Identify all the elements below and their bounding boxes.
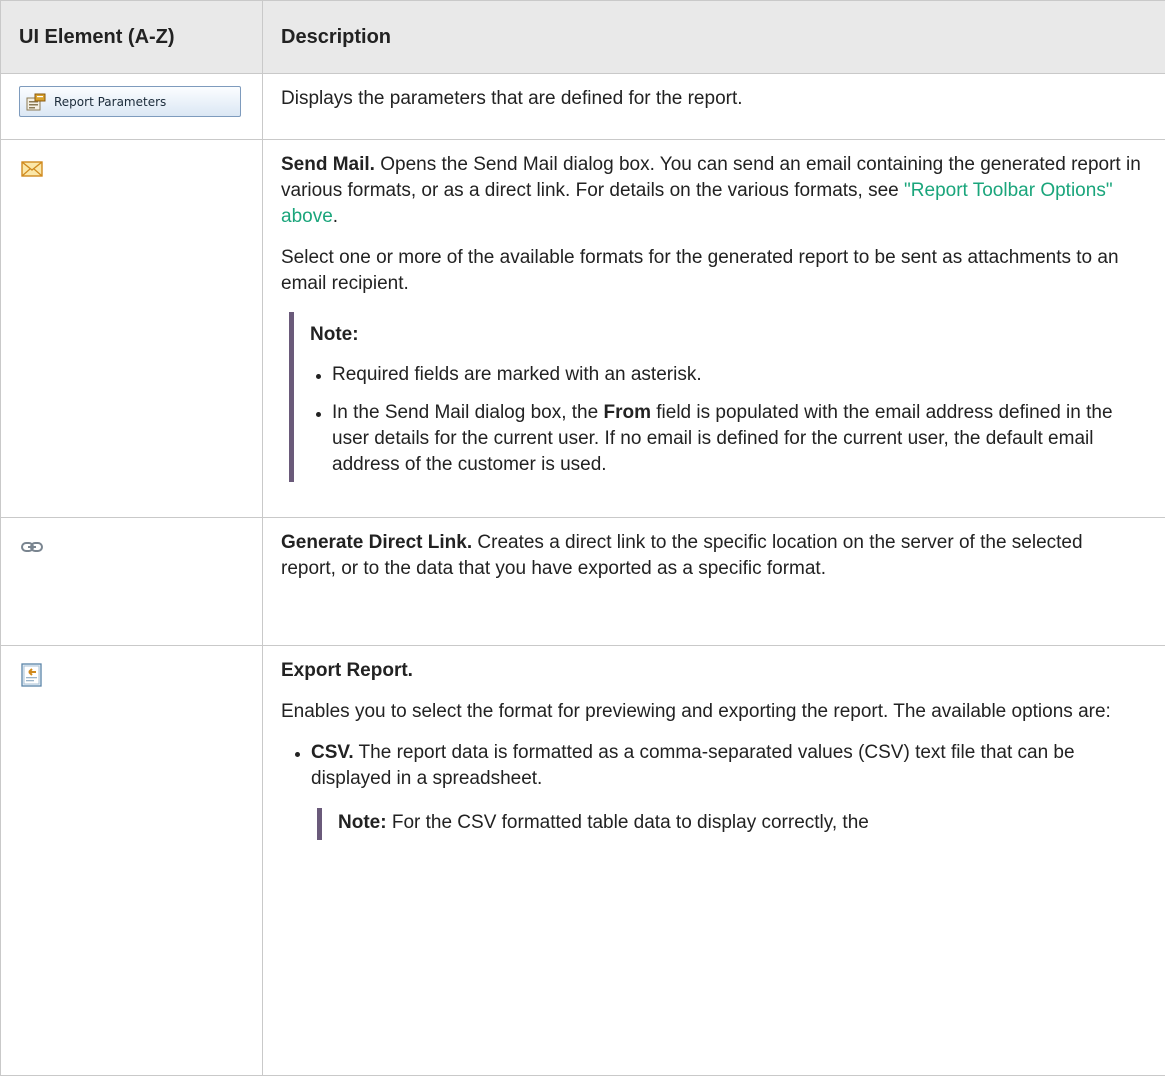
ui-element-cell — [1, 646, 263, 1076]
list-item: Required fields are marked with an aster… — [310, 362, 1141, 388]
csv-note-title: Note: — [338, 812, 387, 833]
export-report-icon[interactable] — [19, 662, 45, 688]
description-cell: Export Report. Enables you to select the… — [263, 646, 1165, 1076]
table-row: Generate Direct Link. Creates a direct l… — [1, 518, 1165, 646]
csv-title: CSV. — [311, 742, 354, 763]
send-mail-title: Send Mail. — [281, 154, 375, 175]
csv-note: Note: For the CSV formatted table data t… — [317, 808, 1141, 840]
ui-element-cell — [1, 140, 263, 518]
send-mail-formats-text: Select one or more of the available form… — [281, 245, 1141, 297]
direct-link-paragraph: Generate Direct Link. Creates a direct l… — [281, 530, 1141, 582]
description-cell: Send Mail. Opens the Send Mail dialog bo… — [263, 140, 1165, 518]
ui-element-cell: Report Parameters — [1, 74, 263, 140]
send-mail-paragraph: Send Mail. Opens the Send Mail dialog bo… — [281, 152, 1141, 230]
ui-element-cell — [1, 518, 263, 646]
report-parameters-button[interactable]: Report Parameters — [19, 86, 241, 117]
table-row: Report Parameters Displays the parameter… — [1, 74, 1165, 140]
note-title: Note: — [310, 322, 1141, 348]
description-cell: Displays the parameters that are defined… — [263, 74, 1165, 140]
report-parameters-icon — [26, 93, 46, 111]
description-cell: Generate Direct Link. Creates a direct l… — [263, 518, 1165, 646]
ui-elements-table: UI Element (A-Z) Description Report Para… — [0, 0, 1165, 1076]
send-mail-note: Note: Required fields are marked with an… — [289, 312, 1141, 482]
table-header-row: UI Element (A-Z) Description — [1, 1, 1165, 74]
table-row: Export Report. Enables you to select the… — [1, 646, 1165, 1076]
export-report-text: Enables you to select the format for pre… — [281, 699, 1141, 725]
report-parameters-label: Report Parameters — [54, 95, 166, 109]
send-mail-period: . — [333, 206, 338, 227]
header-description: Description — [263, 1, 1165, 74]
header-ui-element: UI Element (A-Z) — [1, 1, 263, 74]
direct-link-title: Generate Direct Link. — [281, 532, 472, 553]
chain-link-icon[interactable] — [19, 534, 45, 560]
list-item: In the Send Mail dialog box, the From fi… — [310, 400, 1141, 478]
list-item: CSV. The report data is formatted as a c… — [289, 740, 1141, 840]
export-format-list: CSV. The report data is formatted as a c… — [289, 740, 1141, 840]
export-report-title: Export Report. — [281, 658, 1141, 684]
note-list: Required fields are marked with an aster… — [310, 362, 1141, 478]
from-field-label: From — [603, 402, 651, 423]
report-parameters-description: Displays the parameters that are defined… — [281, 86, 1141, 112]
envelope-icon[interactable] — [19, 156, 45, 182]
table-row: Send Mail. Opens the Send Mail dialog bo… — [1, 140, 1165, 518]
